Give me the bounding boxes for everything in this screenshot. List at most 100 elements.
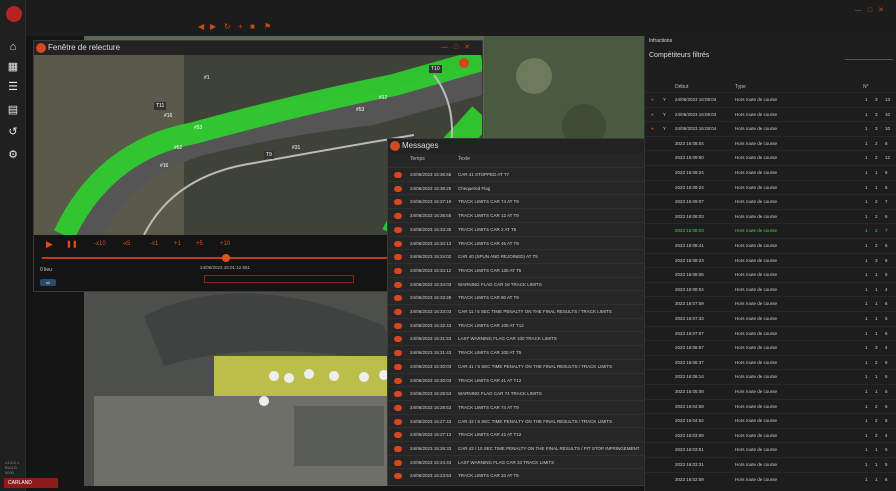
- col-text-header[interactable]: Texte: [458, 156, 470, 162]
- infraction-start: 24/06/2023 16:08:04: [675, 111, 717, 117]
- message-row[interactable]: 24/06/2023 15:24:43 LAST WARNING FLAG CAR…: [388, 454, 684, 469]
- refresh-icon[interactable]: ↻: [224, 22, 231, 31]
- message-row[interactable]: 24/06/2023 15:33:29 TRACK LIMITS CAR 90 A…: [388, 290, 684, 304]
- infraction-row[interactable]: ● Y 24/06/2023 16:08:04 Hors route de cours…: [645, 92, 896, 106]
- infraction-row[interactable]: 2023 16:08:41 Hors route de course 1 2 5: [645, 238, 896, 252]
- speed-button[interactable]: -x10: [94, 241, 106, 247]
- infraction-count: 2: [875, 199, 878, 205]
- home-icon[interactable]: ⌂: [6, 40, 20, 54]
- delete-icon[interactable]: ■: [250, 22, 255, 31]
- message-row[interactable]: 24/06/2023 15:23:53 TRACK LIMITS CAR 33 A…: [388, 468, 684, 482]
- message-text: WARNING FLAG CAR 18 TRACK LIMITS: [458, 281, 542, 287]
- message-row[interactable]: 24/06/2023 15:37:19 TRACK LIMITS CAR 74 A…: [388, 194, 684, 208]
- pause-icon[interactable]: ❚❚: [66, 240, 78, 248]
- infraction-row[interactable]: 2023 16:08:03 Hors route de course 1 2 7: [645, 223, 896, 237]
- infraction-row[interactable]: 2023 16:08:23 Hors route de course 1 3 6: [645, 252, 896, 267]
- infraction-row[interactable]: 2023 16:04:58 Hors route de course 1 2 6: [645, 398, 896, 413]
- speed-button[interactable]: +10: [220, 241, 230, 247]
- message-row[interactable]: 24/06/2023 15:34:02 CAR 40 (SPUN AND REJO…: [388, 249, 684, 263]
- filter-label[interactable]: Compétiteurs filtrés: [649, 52, 709, 59]
- col-type-header[interactable]: Type: [735, 84, 746, 90]
- message-row[interactable]: 24/06/2023 15:34:13 TRACK LIMITS CAR 45 A…: [388, 235, 684, 250]
- speed-button[interactable]: +5: [196, 241, 203, 247]
- infraction-row[interactable]: 2023 16:05:08 Hors route de course 1 1 5: [645, 384, 896, 398]
- infraction-num: 1: [865, 447, 868, 453]
- speed-button[interactable]: -x1: [150, 241, 158, 247]
- settings-icon[interactable]: ⚙: [6, 148, 20, 162]
- infraction-row[interactable]: ● Y 24/06/2023 16:08:04 Hors route de cours…: [645, 121, 896, 135]
- speed-button[interactable]: +1: [174, 241, 181, 247]
- replay-window-controls[interactable]: —□✕: [441, 41, 476, 55]
- arrow-right-icon[interactable]: ▶: [210, 22, 216, 31]
- infraction-row[interactable]: 2023 16:08:04 Hors route de course 1 2 8: [645, 135, 896, 150]
- infraction-row[interactable]: 2023 16:06:57 Hors route de course 1 3 4: [645, 340, 896, 354]
- message-row[interactable]: 24/06/2023 15:36:55 CAR 41 STOPPED AT T7: [388, 167, 684, 181]
- infraction-type: Hors route de course: [735, 199, 778, 205]
- col-time-header[interactable]: Temps: [410, 156, 425, 162]
- infraction-row[interactable]: 2023 16:06:14 Hors route de course 1 1 6: [645, 369, 896, 383]
- message-row[interactable]: 24/06/2023 15:32:43 TRACK LIMITS CAR 100 …: [388, 317, 684, 332]
- infraction-count: 1: [875, 476, 878, 482]
- infraction-row[interactable]: 2023 16:02:59 Hors route de course 1 1 6: [645, 471, 896, 486]
- infraction-row[interactable]: ● Y 24/06/2023 16:08:04 Hors route de cours…: [645, 106, 896, 121]
- message-row[interactable]: 24/06/2023 15:27:43 CAR 42 / 5 SEC TIME P…: [388, 413, 684, 428]
- history-icon[interactable]: ↺: [6, 125, 20, 139]
- infraction-start: 2023 16:08:04: [675, 286, 704, 292]
- arrow-left-icon[interactable]: ◀: [198, 22, 204, 31]
- infraction-row[interactable]: 2023 16:08:04 Hors route de course 1 1 4: [645, 281, 896, 296]
- infraction-row[interactable]: 2023 16:04:52 Hors route de course 1 2 5: [645, 413, 896, 427]
- infraction-row[interactable]: 2023 16:09:50 Hors route de course 1 2 12: [645, 150, 896, 164]
- col-num-header[interactable]: N°: [863, 84, 869, 90]
- message-text: TRACK LIMITS CAR 74 AT T9: [458, 199, 519, 205]
- time-segment-bar[interactable]: [204, 275, 354, 283]
- message-row[interactable]: 24/06/2023 15:30:03 TRACK LIMITS CAR 41 A…: [388, 372, 684, 387]
- message-row[interactable]: 24/06/2023 15:33:03 CAR 11 / 5 SEC TIME P…: [388, 304, 684, 318]
- message-row[interactable]: 24/06/2023 15:36:55 TRACK LIMITS CAR 12 A…: [388, 208, 684, 222]
- infraction-type: Hors route de course: [735, 126, 778, 132]
- infraction-row[interactable]: 2023 16:07:59 Hors route de course 1 1 6: [645, 296, 896, 310]
- infraction-row[interactable]: 2023 16:06:37 Hors route de course 1 2 6: [645, 354, 896, 369]
- message-row[interactable]: 24/06/2023 15:36:25 Chequered Flag: [388, 180, 684, 195]
- chat-icon[interactable]: ▤: [6, 103, 20, 117]
- infraction-row[interactable]: 2023 16:07:07 Hors route de course 1 1 6: [645, 325, 896, 340]
- infraction-row[interactable]: 2023 16:09:24 Hors route de course 1 1 6: [645, 165, 896, 179]
- infraction-value: 8: [885, 140, 888, 146]
- infraction-num: 1: [865, 140, 868, 146]
- infraction-row[interactable]: 2023 16:08:05 Hors route de course 1 1 5: [645, 267, 896, 281]
- timeline-handle[interactable]: [222, 254, 230, 262]
- message-row[interactable]: 24/06/2023 15:28:53 TRACK LIMITS CAR 74 A…: [388, 399, 684, 414]
- infraction-num: 1: [865, 170, 868, 175]
- speed-button[interactable]: -x5: [122, 241, 130, 247]
- col-debut-header[interactable]: Début: [675, 84, 688, 90]
- flag-icon[interactable]: ⚑: [264, 22, 271, 31]
- replay-footer-label: 0 lieu: [40, 267, 52, 273]
- infraction-row[interactable]: 2023 16:08:03 Hors route de course 1 2 6: [645, 208, 896, 223]
- replay-title-bar[interactable]: Fenêtre de relecture —□✕: [34, 41, 482, 55]
- infraction-count: 2: [875, 140, 878, 146]
- message-row[interactable]: 24/06/2023 15:34:03 WARNING FLAG CAR 18 T…: [388, 276, 684, 291]
- message-row[interactable]: 24/06/2023 15:31:43 TRACK LIMITS CAR 100 …: [388, 345, 684, 359]
- infraction-row[interactable]: 2023 16:03:51 Hors route de course 1 1 5: [645, 442, 896, 456]
- message-row[interactable]: 24/06/2023 15:31:53 LAST WARNING FLAG CAR…: [388, 331, 684, 345]
- list-icon[interactable]: ☰: [6, 80, 20, 94]
- window-controls[interactable]: —□✕: [855, 6, 890, 14]
- replay-footer-badge[interactable]: x1: [40, 279, 56, 286]
- play-icon[interactable]: ▶: [46, 239, 53, 250]
- infraction-row[interactable]: 2023 16:07:33 Hors route de course 1 1 5: [645, 311, 896, 325]
- infraction-row[interactable]: 2023 16:09:07 Hors route de course 1 2 7: [645, 194, 896, 208]
- message-row[interactable]: 24/06/2023 15:34:12 TRACK LIMITS CAR 130 …: [388, 262, 684, 277]
- dashboard-icon[interactable]: ▦: [6, 60, 20, 74]
- message-row[interactable]: 24/06/2023 15:26:33 CAR 42 / 10 SEC TIME …: [388, 441, 684, 455]
- message-row[interactable]: 24/06/2023 15:30:03 CAR 41 / 5 SEC TIME P…: [388, 358, 684, 373]
- message-row[interactable]: 24/06/2023 15:29:53 WARNING FLAG CAR 74 T…: [388, 386, 684, 400]
- infraction-row[interactable]: 2023 16:03:59 Hors route de course 1 2 4: [645, 427, 896, 442]
- message-text: TRACK LIMITS CAR 130 AT T5: [458, 267, 522, 273]
- message-row[interactable]: 24/06/2023 15:33:35 TRACK LIMITS CAR 2 AT…: [388, 221, 684, 236]
- filter-dropdown[interactable]: [845, 50, 893, 60]
- message-row[interactable]: 24/06/2023 15:27:13 TRACK LIMITS CAR 42 A…: [388, 427, 684, 441]
- infraction-row[interactable]: 2023 16:09:24 Hors route de course 1 1 5: [645, 179, 896, 194]
- infraction-count: 3: [875, 97, 878, 102]
- add-icon[interactable]: +: [238, 22, 243, 31]
- infraction-row[interactable]: 2023 16:03:31 Hors route de course 1 1 5: [645, 457, 896, 471]
- infraction-type: Hors route de course: [735, 286, 778, 292]
